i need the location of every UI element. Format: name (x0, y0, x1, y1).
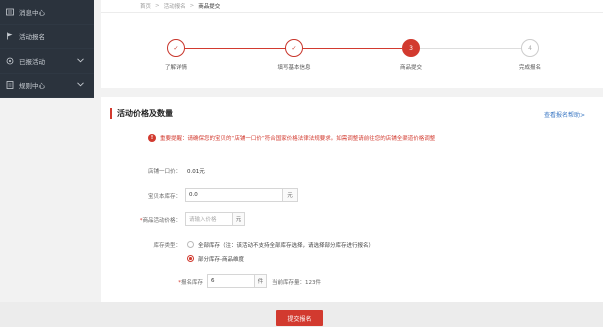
breadcrumb-separator: > (189, 3, 195, 9)
document-icon (6, 81, 14, 90)
breadcrumb-activity-signup[interactable]: 活动报名 (164, 2, 186, 10)
step-connector (420, 47, 521, 49)
submit-signup-button[interactable]: 提交报名 (276, 310, 323, 326)
section-divider (101, 88, 603, 97)
step-3-circle: 3 (402, 39, 420, 57)
notice-text: 重要提醒：请确保您的宝贝的“店铺一口价”符合国家价格法律法规要求。如需调整请前往… (160, 136, 436, 142)
sidebar: 消息中心 活动报名 已报活动 规则中心 (0, 0, 94, 98)
gear-icon (6, 57, 14, 65)
stock-type-label: 库存类型： (153, 243, 181, 249)
sidebar-item-label: 规则中心 (19, 82, 45, 91)
step-4-label: 完成报名 (518, 65, 541, 71)
shop-price-value: 0.01元 (187, 169, 205, 175)
activity-price-unit: 元 (233, 212, 245, 226)
sidebar-item-activity-signup[interactable]: 活动报名 (0, 25, 94, 49)
step-3-label: 商品提交 (399, 65, 422, 71)
breadcrumb-home[interactable]: 首页 (140, 2, 151, 10)
progress-stepper: ✓ ✓ 3 4 了解详情 填写基本信息 商品提交 完成报名 (101, 30, 603, 80)
step-2-check-icon: ✓ (285, 39, 303, 57)
stock-type-partial-text: 部分库存-商品维度 (198, 257, 244, 263)
main-panel: 首页 > 活动报名 > 商品提交 ✓ ✓ 3 4 了解详情 填写基本信息 商品提… (101, 0, 603, 327)
signup-stock-label-text: 报名库存 (180, 280, 203, 286)
shop-price-label: 店铺一口价： (147, 169, 181, 175)
breadcrumb-separator: > (155, 3, 160, 9)
stock-type-partial-radio[interactable] (187, 255, 194, 262)
step-connector (303, 47, 402, 49)
step-2-label: 填写基本信息 (277, 65, 311, 71)
sku-stock-label: 宝贝本库存： (147, 194, 181, 200)
sidebar-item-joined-activities[interactable]: 已报活动 (0, 49, 94, 74)
activity-price-label-text: 商品活动价格： (142, 218, 181, 224)
sidebar-item-label: 消息中心 (19, 8, 45, 17)
message-icon (6, 8, 14, 16)
section-title: 活动价格及数量 (117, 109, 173, 118)
sku-stock-unit: 元 (283, 188, 298, 202)
step-4-circle: 4 (521, 39, 539, 57)
section-accent-bar (110, 108, 112, 119)
chevron-down-icon (77, 81, 84, 89)
stock-type-all-text: 全部库存（注：该活动不支持全部库存选择，请选择部分库存进行报名） (198, 243, 375, 249)
activity-price-input[interactable]: 请输入价格 (185, 212, 233, 226)
activity-price-label: *商品活动价格： (111, 216, 181, 224)
chevron-down-icon (77, 57, 84, 65)
sidebar-item-label: 已报活动 (19, 57, 45, 66)
warning-icon: ! (148, 134, 156, 142)
important-notice: ! 重要提醒：请确保您的宝贝的“店铺一口价”符合国家价格法律法规要求。如需调整请… (148, 134, 435, 142)
signup-stock-unit: 件 (255, 274, 267, 288)
stock-type-all-radio[interactable] (187, 241, 194, 248)
signup-stock-label: *报名库存 (133, 278, 203, 286)
sidebar-item-rules-center[interactable]: 规则中心 (0, 74, 94, 98)
section-header: 活动价格及数量 (110, 108, 173, 119)
sidebar-item-label: 活动报名 (19, 33, 45, 42)
step-1-label: 了解详情 (164, 65, 187, 71)
signup-stock-input[interactable]: 6 (207, 274, 255, 288)
step-connector (185, 47, 289, 49)
current-stock-text: 当前库存量：123件 (272, 280, 321, 286)
breadcrumb-current: 商品提交 (198, 4, 221, 10)
step-1-check-icon: ✓ (167, 39, 185, 57)
flag-icon (6, 32, 14, 40)
signup-help-link[interactable]: 查看报名帮助> (544, 110, 585, 119)
sidebar-item-messages[interactable]: 消息中心 (0, 0, 94, 25)
breadcrumb: 首页 > 活动报名 > 商品提交 (101, 0, 603, 13)
sku-stock-input[interactable]: 0.0 (185, 188, 283, 202)
